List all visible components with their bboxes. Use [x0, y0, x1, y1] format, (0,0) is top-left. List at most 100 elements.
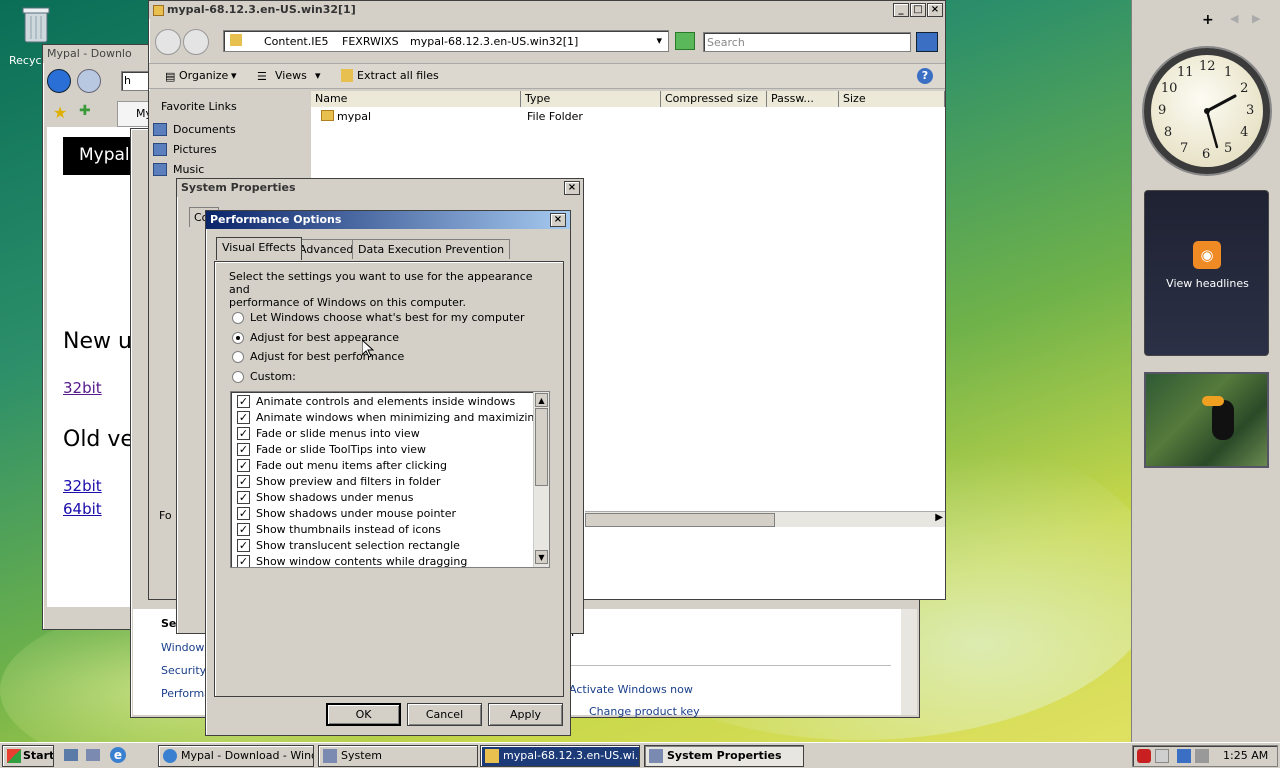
views-chevron-icon[interactable]: ▾ — [315, 69, 321, 82]
table-row[interactable]: mypal File Folder — [311, 107, 945, 125]
checkbox[interactable]: ✓ — [237, 475, 250, 488]
radio-button[interactable] — [232, 312, 244, 324]
view-headlines-link[interactable]: View headlines — [1145, 277, 1270, 290]
slideshow-gadget[interactable] — [1144, 372, 1269, 468]
network-icon[interactable] — [1155, 749, 1169, 763]
link-new-32bit[interactable]: 32bit — [63, 379, 102, 397]
checkbox[interactable]: ✓ — [237, 443, 250, 456]
effect-row[interactable]: ✓ Animate controls and elements inside wi… — [231, 394, 531, 409]
refresh-icon[interactable] — [675, 32, 695, 50]
effect-row[interactable]: ✓ Show translucent selection rectangle — [231, 538, 531, 553]
breadcrumb-2[interactable]: FEXRWIXS — [342, 35, 399, 48]
organize-menu[interactable]: Organize — [179, 69, 228, 82]
column-size[interactable]: Size — [839, 91, 945, 107]
radio-button[interactable] — [232, 371, 244, 383]
explorer-title-bar[interactable]: mypal-68.12.3.en-US.win32[1] — [149, 1, 945, 19]
effect-row[interactable]: ✓ Fade or slide menus into view — [231, 426, 531, 441]
taskbar-item-system[interactable]: System — [318, 745, 478, 767]
volume-muted-icon[interactable] — [1195, 749, 1209, 763]
taskbar-item-system-properties[interactable]: System Properties — [644, 745, 804, 767]
link-old-64bit[interactable]: 64bit — [63, 500, 102, 518]
scrollbar-thumb[interactable] — [585, 513, 775, 527]
cancel-button[interactable]: Cancel — [407, 703, 482, 726]
breadcrumb-3[interactable]: mypal-68.12.3.en-US.win32[1] — [410, 35, 578, 48]
clock-gadget[interactable]: 12 1 2 3 4 5 6 7 8 9 10 11 — [1144, 48, 1270, 174]
breadcrumb-1[interactable]: Content.IE5 — [264, 35, 328, 48]
nav-documents[interactable]: Documents — [173, 123, 236, 136]
checkbox[interactable]: ✓ — [237, 555, 250, 567]
extract-all-button[interactable]: Extract all files — [357, 69, 439, 82]
effect-row[interactable]: ✓ Show window contents while dragging — [231, 554, 531, 567]
address-breadcrumb[interactable]: Content.IE5 FEXRWIXS mypal-68.12.3.en-US… — [223, 30, 669, 52]
radio-custom[interactable]: Custom: — [232, 370, 552, 385]
horizontal-scrollbar[interactable]: ▶ — [585, 511, 945, 527]
taskbar-item-mypal[interactable]: Mypal - Download - Wind... — [158, 745, 314, 767]
search-icon[interactable] — [916, 32, 938, 52]
radio-best-appearance[interactable]: Adjust for best appearance — [232, 331, 552, 346]
apply-button[interactable]: Apply — [488, 703, 563, 726]
effect-row[interactable]: ✓ Show thumbnails instead of icons — [231, 522, 531, 537]
tab-data-execution-prevention[interactable]: Data Execution Prevention — [352, 239, 511, 259]
column-compressed-size[interactable]: Compressed size — [661, 91, 767, 107]
minimize-icon[interactable]: _ — [893, 3, 909, 17]
system-scrollbar[interactable] — [901, 609, 917, 715]
browser-title-bar[interactable]: Mypal - Downlo — [43, 45, 161, 63]
performance-options-title-bar[interactable]: Performance Options — [206, 211, 570, 229]
system-link-windows[interactable]: Windows — [161, 641, 210, 654]
connection-icon[interactable] — [1177, 749, 1191, 763]
close-icon[interactable]: × — [564, 181, 580, 195]
security-shield-icon[interactable] — [1137, 749, 1151, 763]
tab-advanced[interactable]: Advanced — [293, 239, 360, 259]
system-link-performance[interactable]: Performa — [161, 687, 211, 700]
clock-time[interactable]: 1:25 AM — [1223, 749, 1268, 762]
checkbox[interactable]: ✓ — [237, 459, 250, 472]
nav-music[interactable]: Music — [173, 163, 204, 176]
checkbox[interactable]: ✓ — [237, 491, 250, 504]
system-properties-title-bar[interactable]: System Properties — [177, 179, 583, 197]
effect-row[interactable]: ✓ Show shadows under mouse pointer — [231, 506, 531, 521]
folders-fragment[interactable]: Fo — [159, 509, 172, 522]
scrollbar-thumb[interactable] — [535, 408, 548, 486]
activate-windows-link[interactable]: Activate Windows now — [569, 683, 693, 696]
switch-windows-icon[interactable] — [86, 749, 100, 761]
show-desktop-icon[interactable] — [64, 749, 78, 761]
add-favorite-icon[interactable]: ✚ — [79, 103, 91, 119]
performance-options-dialog[interactable]: Performance Options × Visual Effects Adv… — [205, 210, 571, 736]
browser-quick-launch-icon[interactable]: e — [110, 747, 126, 763]
effect-row[interactable]: ✓ Show preview and filters in folder — [231, 474, 531, 489]
maximize-icon[interactable]: □ — [910, 3, 926, 17]
start-button[interactable]: Start — [2, 745, 54, 767]
nav-pictures[interactable]: Pictures — [173, 143, 217, 156]
radio-button[interactable] — [232, 351, 244, 363]
effect-row[interactable]: ✓ Show shadows under menus — [231, 490, 531, 505]
radio-button[interactable] — [232, 332, 244, 344]
column-password[interactable]: Passw... — [767, 91, 839, 107]
views-menu[interactable]: Views — [275, 69, 307, 82]
tab-visual-effects[interactable]: Visual Effects — [216, 237, 302, 260]
change-product-key-link[interactable]: Change product key — [589, 705, 700, 718]
checkbox[interactable]: ✓ — [237, 539, 250, 552]
help-icon[interactable]: ? — [917, 68, 933, 84]
add-gadget-button[interactable]: + — [1202, 12, 1214, 28]
taskbar-item-explorer[interactable]: mypal-68.12.3.en-US.wi... — [480, 745, 640, 767]
column-name[interactable]: Name — [311, 91, 521, 107]
ok-button[interactable]: OK — [326, 703, 401, 726]
close-icon[interactable]: × — [927, 3, 943, 17]
radio-let-windows-choose[interactable]: Let Windows choose what's best for my co… — [232, 311, 552, 326]
scroll-down-icon[interactable]: ▼ — [535, 550, 548, 564]
back-button[interactable] — [155, 29, 181, 55]
column-type[interactable]: Type — [521, 91, 661, 107]
link-old-32bit[interactable]: 32bit — [63, 477, 102, 495]
vertical-scrollbar[interactable]: ▲ ▼ — [533, 392, 549, 567]
effect-row[interactable]: ✓ Fade or slide ToolTips into view — [231, 442, 531, 457]
close-icon[interactable]: × — [550, 213, 566, 227]
checkbox[interactable]: ✓ — [237, 411, 250, 424]
favorites-star-icon[interactable]: ★ — [53, 103, 67, 122]
scroll-up-icon[interactable]: ▲ — [535, 393, 548, 407]
organize-chevron-icon[interactable]: ▾ — [231, 69, 237, 82]
prev-gadget-icon[interactable]: ◀ — [1230, 12, 1238, 25]
search-input[interactable]: Search — [703, 32, 911, 52]
scroll-right-icon[interactable]: ▶ — [935, 512, 943, 523]
checkbox[interactable]: ✓ — [237, 523, 250, 536]
recycle-bin-icon[interactable] — [18, 4, 54, 48]
